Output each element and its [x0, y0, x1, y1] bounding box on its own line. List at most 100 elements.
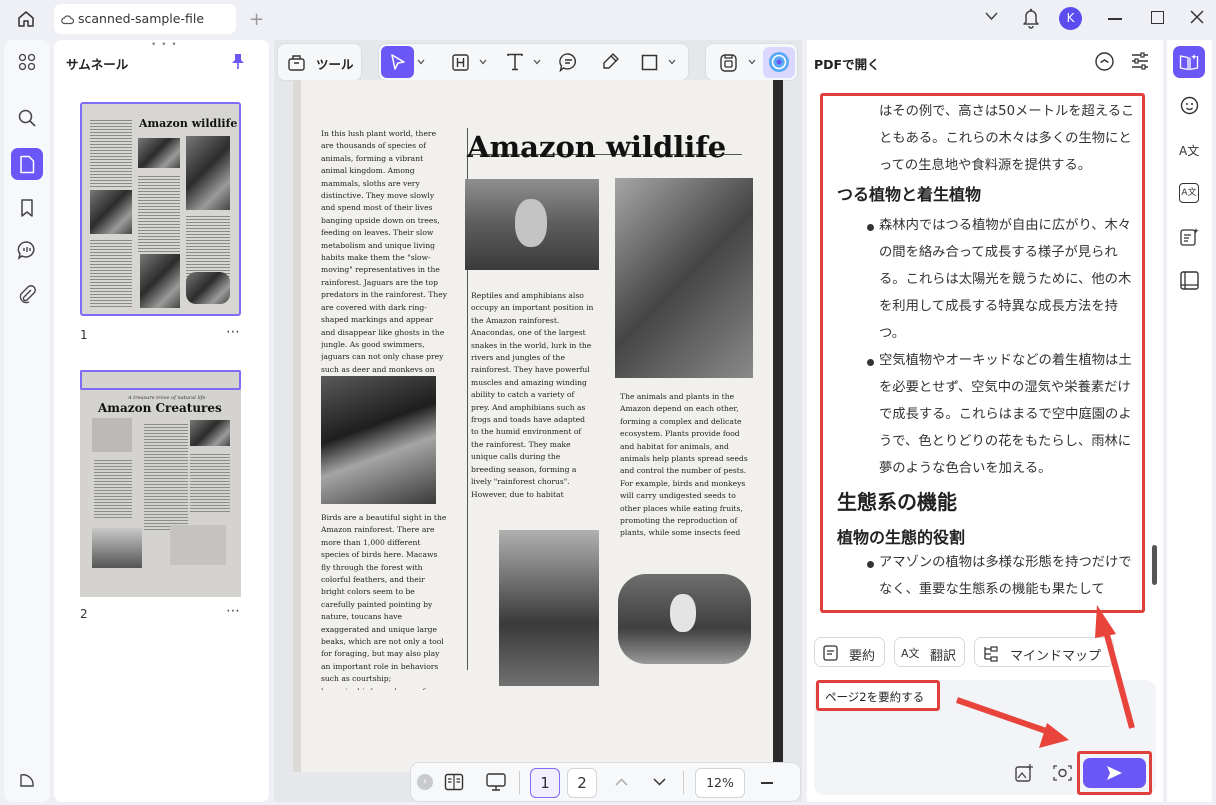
owl-shape: [670, 594, 696, 632]
thumbnail-tapir-image: [170, 525, 226, 565]
ai-assistant-button[interactable]: [763, 47, 795, 78]
theme-icon[interactable]: [11, 764, 43, 796]
owl-shape: [515, 199, 547, 247]
summary-sparkle-icon[interactable]: [1179, 227, 1200, 248]
divider: [519, 771, 520, 794]
ai-chat-panel: PDFで開く はその例で、高さは50メートルを超えることもある。これらの木々は多…: [807, 40, 1163, 802]
page-1-button[interactable]: 1: [530, 768, 560, 798]
body-text: Reptiles and amphibians also occupy an i…: [471, 291, 594, 499]
text-tool-icon[interactable]: [505, 52, 525, 72]
translate-document-icon[interactable]: A文: [1179, 183, 1199, 203]
thumbnail-text-lines: [90, 238, 132, 308]
column-1-bottom-text: Birds are a beautiful sight in the Amazo…: [321, 512, 449, 690]
thumbnail-giraffe-image: [140, 254, 180, 308]
rectangle-tool-icon[interactable]: [641, 54, 658, 71]
thumbnail-page-number: 2: [80, 607, 88, 621]
thumbnail-selection: [80, 370, 241, 390]
thumbnail-forest-image: [92, 528, 142, 568]
thumbnail-owl-image: [138, 138, 180, 168]
translate-icon[interactable]: A文: [1179, 142, 1199, 159]
frog-image: [615, 178, 753, 378]
search-icon[interactable]: [11, 102, 43, 134]
thumbnail-more-icon[interactable]: ⋯: [226, 324, 240, 340]
chevron-down-icon[interactable]: [668, 59, 676, 65]
thumbnail-more-icon[interactable]: ⋯: [226, 603, 240, 619]
thumbnail-text-lines: [94, 458, 132, 518]
save-icon[interactable]: [719, 52, 738, 73]
attachment-icon[interactable]: [11, 278, 43, 310]
flamingo-image: [321, 376, 436, 504]
thumbnail-title: サムネール: [66, 57, 129, 72]
title-bar: scanned-sample-file + K: [0, 0, 1216, 38]
home-icon[interactable]: [16, 9, 36, 29]
notification-bell-icon[interactable]: [1022, 7, 1040, 29]
ai-reader-button[interactable]: [1173, 46, 1205, 78]
thumbnail-text-lines: [90, 118, 132, 188]
thumbnail-text-lines: [138, 174, 180, 254]
chevron-down-icon[interactable]: [479, 59, 487, 65]
pages-icon[interactable]: [11, 148, 43, 180]
document-viewer: ツール In this lush plant world, there are …: [274, 40, 802, 802]
minimize-icon[interactable]: [1108, 18, 1122, 20]
body-text: In this lush plant world, there are thou…: [321, 129, 448, 372]
cursor-arrow-icon: [391, 54, 405, 70]
thumbnail-heading: Amazon wildlife: [139, 117, 238, 130]
edit-tool-group: [378, 43, 689, 81]
thumbnail-heading: Amazon Creatures: [98, 401, 222, 415]
annotation-arrows: [956, 605, 1135, 748]
thumbnail-bird-image: [92, 418, 132, 452]
thumbnail-owl2-image: [186, 272, 230, 304]
chevron-down-icon[interactable]: [417, 59, 425, 65]
comment-tool-icon[interactable]: [558, 52, 579, 73]
thumbnail-turtle-image: [190, 420, 230, 446]
apps-grid-icon[interactable]: [11, 46, 43, 78]
owl-image: [465, 179, 599, 270]
collapse-toggle-icon[interactable]: ›: [417, 774, 433, 790]
thumbnail-page-2[interactable]: A treasure trove of natural life Amazon …: [80, 370, 241, 597]
new-tab-icon[interactable]: +: [249, 9, 264, 30]
column-2-text: Reptiles and amphibians also occupy an i…: [471, 290, 595, 500]
column-1-top-text: In this lush plant world, there are thou…: [321, 128, 449, 372]
thumbnail-text-lines: [190, 452, 230, 512]
thumbnail-page-1[interactable]: Amazon wildlife: [80, 102, 241, 316]
thumbnail-panel: • • • サムネール Amazon wildlife 1 ⋯ A treasu…: [54, 40, 269, 802]
select-tool-button[interactable]: [381, 46, 414, 78]
scan-edge: [773, 80, 783, 772]
knowledge-book-icon[interactable]: [1179, 270, 1200, 291]
extra-tool-group: [705, 43, 798, 81]
thumbnail-flamingo-image: [90, 190, 132, 234]
chevron-down-icon[interactable]: [748, 59, 756, 65]
left-navigation: [4, 40, 50, 802]
tab-title: scanned-sample-file: [78, 11, 205, 26]
highlighter-icon[interactable]: [600, 52, 620, 72]
toolbox-icon: [288, 55, 305, 71]
tools-button[interactable]: ツール: [277, 43, 362, 81]
user-avatar[interactable]: K: [1059, 7, 1082, 30]
right-sidebar: A文 A文: [1167, 40, 1212, 802]
next-page-icon[interactable]: [653, 778, 666, 786]
previous-page-icon[interactable]: [615, 778, 628, 786]
chat-bot-icon[interactable]: [1179, 95, 1200, 116]
zoom-level-input[interactable]: 12%: [695, 768, 745, 798]
ai-orb-icon: [769, 52, 789, 72]
thumbnail-page-number: 1: [80, 328, 88, 342]
body-text: Birds are a beautiful sight in the Amazo…: [321, 513, 447, 690]
comment-icon[interactable]: [11, 234, 43, 266]
panel-resize-handle[interactable]: • • •: [151, 40, 178, 50]
bookmark-icon[interactable]: [11, 192, 43, 224]
book-sparkle-icon: [1179, 54, 1199, 71]
page-2-button[interactable]: 2: [567, 768, 597, 798]
chevron-down-icon[interactable]: [985, 12, 998, 21]
pin-icon[interactable]: [231, 53, 245, 70]
zoom-out-icon[interactable]: [761, 782, 773, 784]
text-box-icon[interactable]: [451, 53, 470, 72]
two-page-view-icon[interactable]: [444, 773, 464, 791]
giraffe-image: [499, 530, 599, 686]
close-icon[interactable]: [1190, 10, 1204, 24]
presentation-icon[interactable]: [485, 772, 507, 792]
document-tab[interactable]: scanned-sample-file: [54, 4, 236, 34]
chevron-down-icon[interactable]: [533, 59, 541, 65]
column-3-text: The animals and plants in the Amazon dep…: [620, 391, 750, 537]
thumbnail-frog-image: [186, 136, 230, 210]
maximize-icon[interactable]: [1151, 11, 1164, 24]
